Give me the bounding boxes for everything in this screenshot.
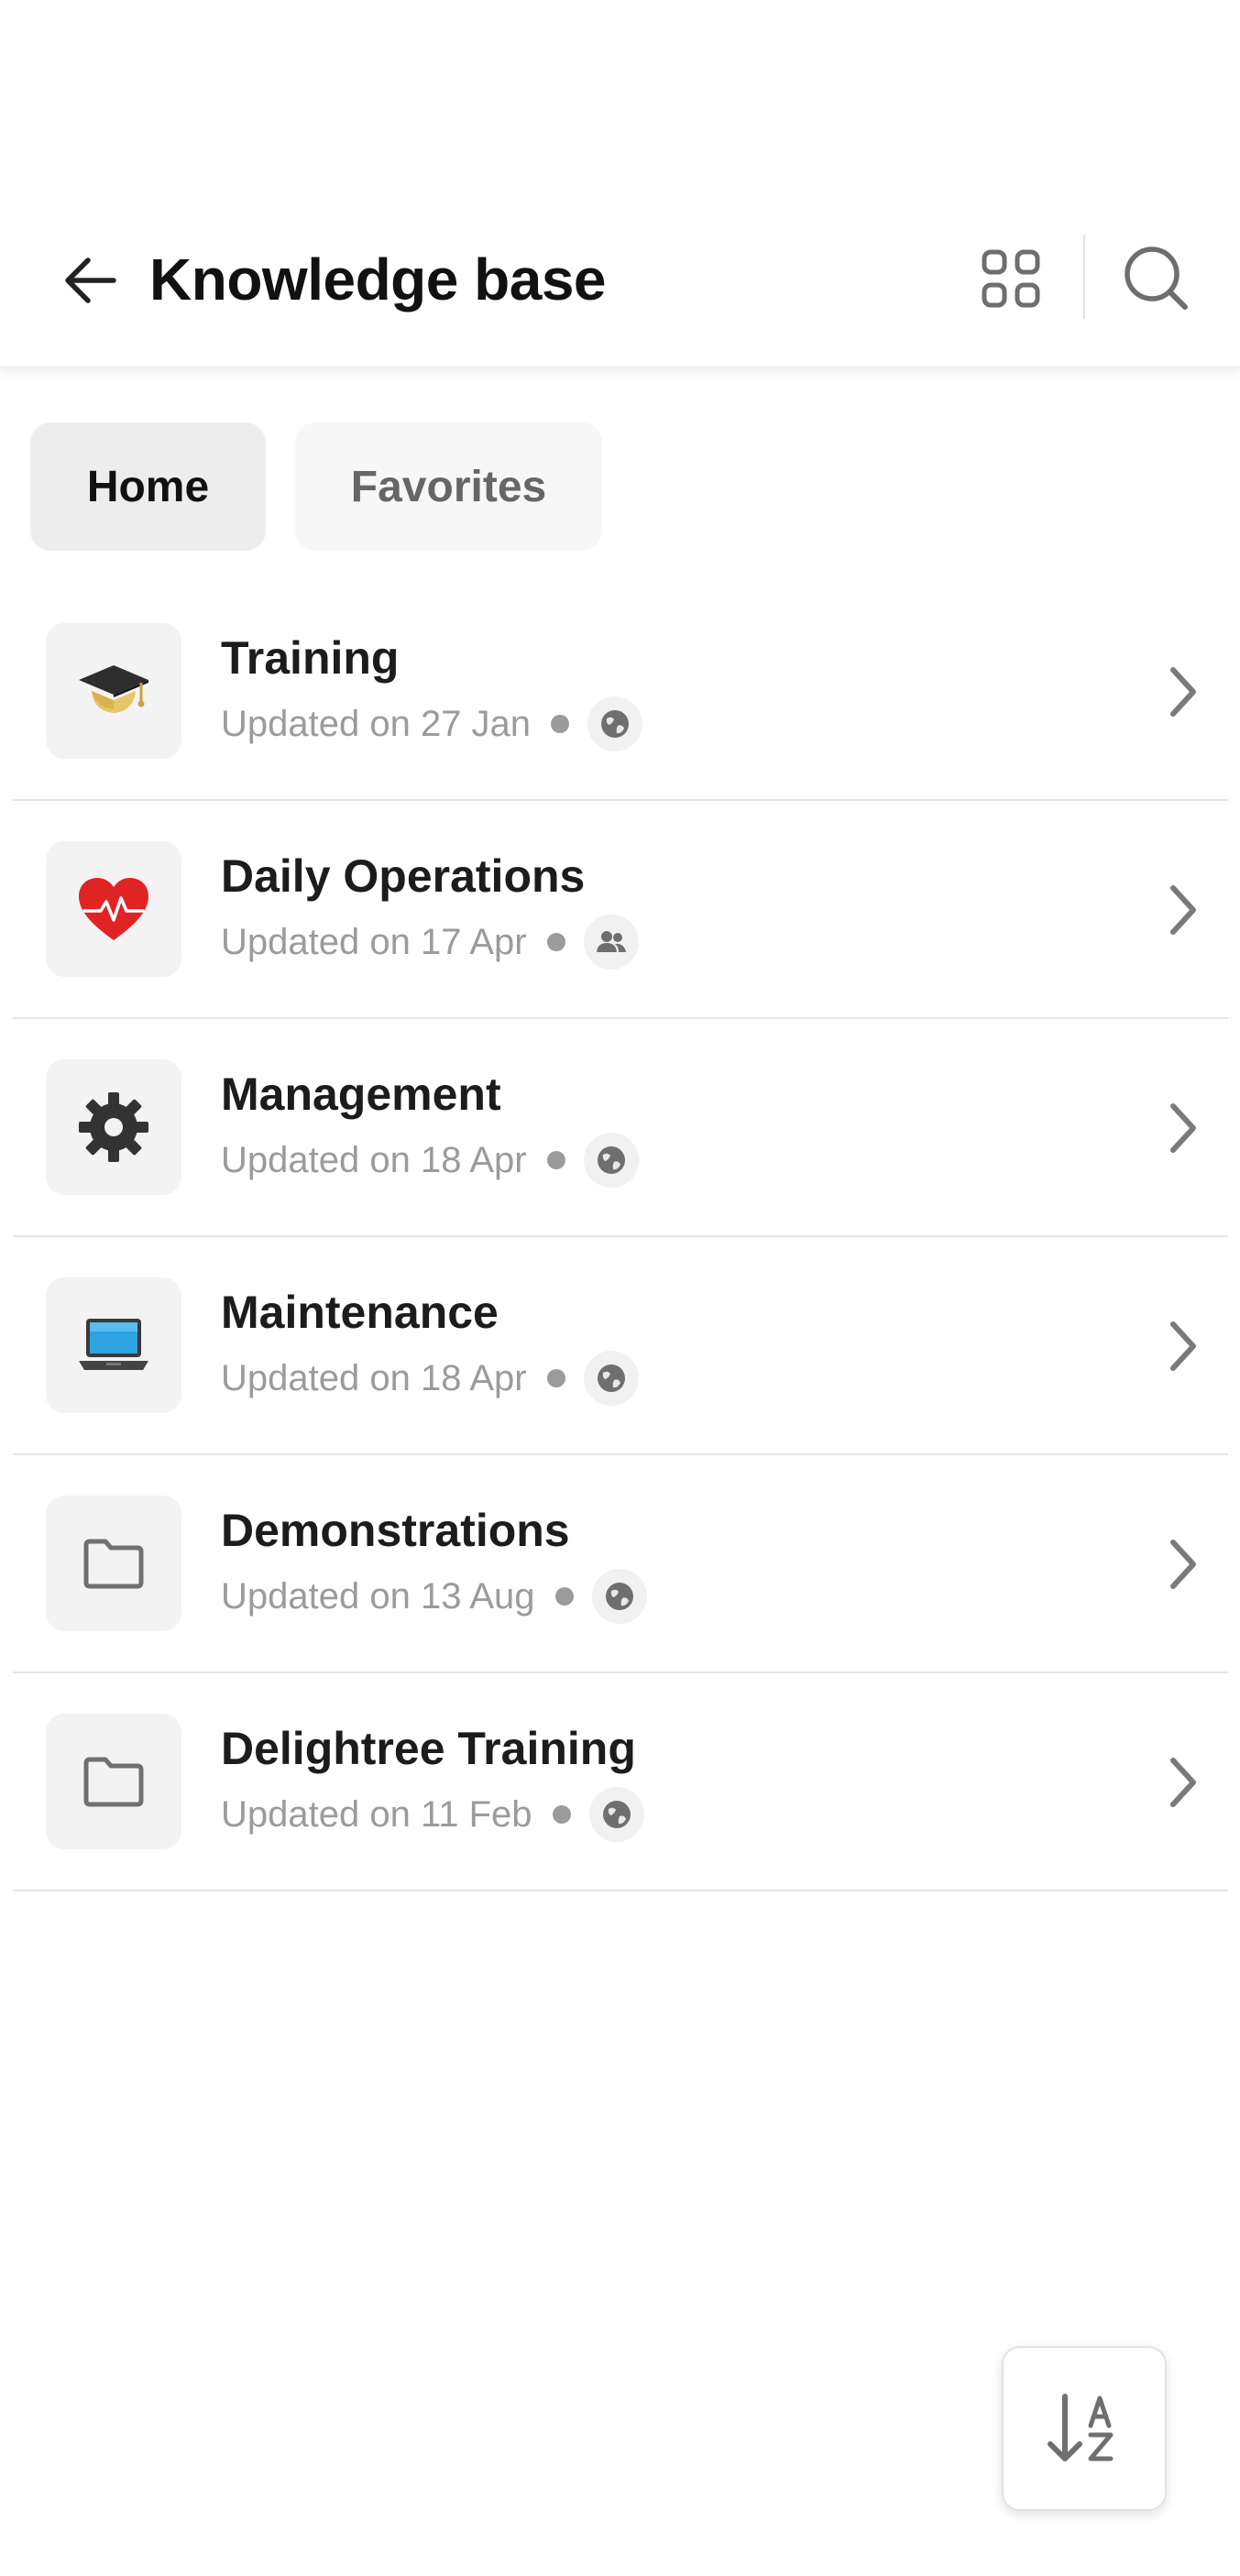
header-divider: [1083, 235, 1085, 319]
item-title: Management: [221, 1069, 501, 1120]
page-title: Knowledge base: [149, 247, 607, 312]
sort-a-z-icon: [1048, 2394, 1114, 2461]
item-title: Demonstrations: [221, 1505, 570, 1556]
graduation-cap-icon: [79, 665, 148, 713]
item-subtitle: Updated on 11 Feb: [221, 1787, 644, 1842]
item-updated: Updated on 18 Apr: [221, 1139, 527, 1180]
grid-view-button[interactable]: [974, 242, 1048, 315]
app-header: Knowledge base: [0, 0, 1240, 367]
item-icon-box: [46, 1277, 181, 1413]
separator-dot: [546, 1369, 565, 1387]
laptop-icon: [79, 1319, 148, 1370]
public-globe-icon: [597, 1146, 625, 1174]
chevron-right-icon: [1155, 878, 1210, 942]
visibility-badge: [588, 1787, 644, 1842]
item-icon-box: [46, 623, 181, 759]
item-subtitle: Updated on 18 Apr: [221, 1351, 639, 1406]
separator-dot: [554, 1587, 574, 1606]
separator-dot: [551, 715, 570, 733]
chevron-right-icon: [1155, 1750, 1210, 1814]
list-item-maintenance[interactable]: Maintenance Updated on 18 Apr: [13, 1237, 1228, 1455]
item-subtitle: Updated on 27 Jan: [221, 696, 643, 751]
item-updated: Updated on 18 Apr: [221, 1357, 527, 1398]
folder-icon: [83, 1539, 144, 1589]
item-icon-box: [46, 1496, 181, 1631]
chevron-right-icon: [1155, 660, 1210, 724]
group-people-icon: [596, 931, 626, 952]
visibility-badge: [587, 696, 643, 751]
separator-dot: [552, 1805, 571, 1824]
tab-favorites[interactable]: Favorites: [295, 422, 602, 551]
item-updated: Updated on 11 Feb: [221, 1793, 532, 1835]
gear-icon: [79, 1092, 148, 1162]
tab-home[interactable]: Home: [30, 422, 266, 551]
item-subtitle: Updated on 18 Apr: [221, 1133, 639, 1188]
item-icon-box: [46, 841, 181, 977]
item-icon-box: [46, 1714, 181, 1849]
visibility-badge: [583, 1133, 639, 1188]
public-globe-icon: [597, 1365, 625, 1392]
item-title: Training: [221, 632, 400, 684]
item-updated: Updated on 13 Aug: [221, 1575, 535, 1617]
list-item-management[interactable]: Management Updated on 18 Apr: [13, 1019, 1228, 1237]
visibility-badge: [583, 1351, 639, 1406]
knowledge-list: Training Updated on 27 Jan Daily Operati…: [13, 583, 1228, 1891]
item-title: Delightree Training: [221, 1723, 636, 1774]
back-button[interactable]: [55, 246, 125, 315]
chevron-right-icon: [1155, 1314, 1210, 1378]
item-title: Daily Operations: [221, 850, 586, 902]
public-globe-icon: [602, 1801, 631, 1828]
item-icon-box: [46, 1059, 181, 1195]
list-item-demonstrations[interactable]: Demonstrations Updated on 13 Aug: [13, 1455, 1228, 1673]
list-item-daily-operations[interactable]: Daily Operations Updated on 17 Apr: [13, 801, 1228, 1019]
item-subtitle: Updated on 17 Apr: [221, 915, 639, 970]
public-globe-icon: [605, 1583, 633, 1610]
arrow-left-icon: [65, 258, 116, 303]
item-subtitle: Updated on 13 Aug: [221, 1569, 647, 1624]
heart-pulse-icon: [79, 878, 148, 940]
visibility-badge: [583, 915, 639, 970]
item-updated: Updated on 17 Apr: [221, 921, 527, 962]
separator-dot: [546, 933, 565, 951]
grid-view-icon: [982, 249, 1040, 308]
item-title: Maintenance: [221, 1287, 499, 1338]
public-globe-icon: [601, 710, 630, 738]
search-icon: [1125, 247, 1188, 310]
visibility-badge: [591, 1569, 647, 1624]
separator-dot: [546, 1151, 565, 1169]
list-item-training[interactable]: Training Updated on 27 Jan: [13, 583, 1228, 801]
chevron-right-icon: [1155, 1096, 1210, 1160]
folder-icon: [83, 1757, 144, 1807]
list-item-delightree-training[interactable]: Delightree Training Updated on 11 Feb: [13, 1673, 1228, 1891]
sort-button[interactable]: [1002, 2346, 1167, 2511]
item-updated: Updated on 27 Jan: [221, 703, 532, 744]
search-button[interactable]: [1116, 238, 1195, 317]
chevron-right-icon: [1155, 1532, 1210, 1596]
